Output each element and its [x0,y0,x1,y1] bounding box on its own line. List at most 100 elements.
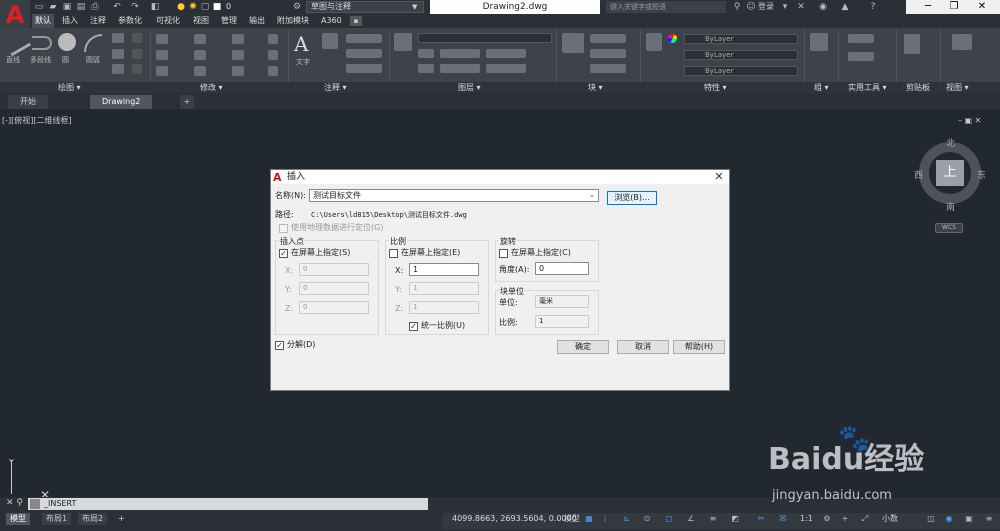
layer-icon[interactable]: ◧ [150,2,160,12]
table-tool-icon[interactable] [346,64,382,73]
ellipse-tool-icon[interactable] [132,33,142,43]
polar-icon[interactable]: ⊙ [642,514,652,524]
print-icon[interactable]: ⎙ [90,2,100,12]
minimize-icon[interactable]: ─ [916,0,940,14]
file-tab-start[interactable]: 开始 [8,95,48,109]
trim-tool-icon[interactable] [232,34,244,44]
linear-tool-icon[interactable] [346,34,382,43]
tab-overflow-icon[interactable]: ▪ [350,16,362,26]
match-properties-icon[interactable] [646,33,662,51]
panel-label-draw[interactable]: 绘图 ▾ [58,82,81,93]
tab-parametric[interactable]: 参数化 [115,14,145,28]
quick-layer-value[interactable]: 0 [226,1,231,13]
help-icon[interactable]: ? [868,2,878,12]
scale-select[interactable]: 1:1 [796,513,817,525]
panel-label-properties[interactable]: 特性 ▾ [704,82,727,93]
fillet-tool-icon[interactable] [232,50,244,60]
units-select[interactable]: 小数 [878,513,902,525]
sun-icon[interactable]: ✺ [188,2,198,12]
text-tool-icon[interactable]: A [294,32,308,56]
paste-icon[interactable] [904,34,920,54]
compass-south[interactable]: 南 [946,200,955,213]
compass-west[interactable]: 西 [914,168,923,181]
wcs-menu[interactable]: WCS [935,223,963,233]
undo-icon[interactable]: ↶ [112,2,122,12]
scale-x-field[interactable]: 1 [409,263,479,276]
scale-specify-checkbox[interactable] [389,249,398,258]
create-block-icon[interactable] [590,34,626,43]
tab-model[interactable]: 模型 [6,513,30,525]
search-input[interactable]: 键入关键字或短语 [606,1,726,13]
new-tab-button[interactable]: + [180,95,194,109]
panel-label-layers[interactable]: 图层 ▾ [458,82,481,93]
view-tool-icon[interactable] [952,34,972,50]
compass-east[interactable]: 东 [977,168,986,181]
region-tool-icon[interactable] [132,64,142,74]
annotation-visibility-icon[interactable]: ☒ [778,514,788,524]
explode-checkbox[interactable]: ✓ [275,341,284,350]
erase-tool-icon[interactable] [268,34,278,44]
close-icon[interactable]: ✕ [970,0,994,14]
layer-tool-icon[interactable] [418,49,434,58]
panel-label-modify[interactable]: 修改 ▾ [200,82,223,93]
offset-tool-icon[interactable] [268,66,278,76]
linetype-select[interactable]: ByLayer [684,66,798,76]
insert-block-icon[interactable] [562,33,584,53]
tab-layout1[interactable]: 布局1 [42,513,72,525]
rotation-specify-checkbox[interactable] [499,249,508,258]
grid-icon[interactable]: ▦ [584,514,594,524]
maximize-icon[interactable]: ❐ [942,0,966,14]
add-layout-button[interactable]: + [114,513,129,525]
layer-select[interactable] [418,33,552,43]
ortho-icon[interactable]: ⊾ [622,514,632,524]
utility-tool-icon[interactable] [848,52,874,61]
gear-icon[interactable]: ⚙ [822,514,832,524]
layer-tool-icon[interactable] [418,64,434,73]
compass-north[interactable]: 北 [946,136,955,149]
command-input[interactable]: _INSERT [28,498,428,510]
tab-manage[interactable]: 管理 [218,14,240,28]
cancel-button[interactable]: 取消 [617,340,669,354]
tab-addins[interactable]: 附加模块 [274,14,312,28]
close-icon[interactable]: ✕ [711,170,727,184]
viewcube-top-face[interactable]: 上 [936,160,964,186]
lineweight-icon[interactable]: ≡ [708,514,718,524]
tab-insert[interactable]: 插入 [59,14,81,28]
otrack-icon[interactable]: ∠ [686,514,696,524]
model-space-button[interactable]: 模型 [560,513,584,525]
open-file-icon[interactable]: ▰ [48,2,58,12]
layer-tool-icon[interactable] [486,64,526,73]
tab-view[interactable]: 视图 [190,14,212,28]
customize-icon[interactable]: ≡ [984,514,994,524]
copy-tool-icon[interactable] [156,50,168,60]
rectangle-tool-icon[interactable] [112,33,124,43]
binoculars-icon[interactable]: ⚲ [732,2,742,12]
panel-label-view[interactable]: 视图 ▾ [946,82,969,93]
group-tool-icon[interactable] [810,33,828,51]
rotate-tool-icon[interactable] [194,34,206,44]
coordinate-readout[interactable]: 4099.8663, 2693.5604, 0.0000 [452,514,577,523]
gradient-tool-icon[interactable] [112,64,124,74]
layer-properties-icon[interactable] [394,33,412,51]
panel-label-clipboard[interactable]: 剪贴板 [906,82,930,93]
user-icon[interactable]: ☺ [746,2,756,12]
triangle-icon[interactable]: ▲ [840,2,850,12]
uniform-scale-checkbox[interactable]: ✓ [409,322,418,331]
snap-icon[interactable]: ⋮ [600,514,610,524]
tab-a360[interactable]: A360 [318,14,345,28]
clean-screen-icon[interactable]: ⤢ [860,514,870,524]
circle-tool-icon[interactable] [58,33,76,51]
angle-field[interactable]: 0 [535,262,589,275]
a360-icon[interactable]: ◉ [818,2,828,12]
wrench-icon[interactable]: ✕ ⚲ [6,498,23,508]
layer-tool-icon[interactable] [440,49,480,58]
tab-layout2[interactable]: 布局2 [78,513,108,525]
explode-tool-icon[interactable] [268,50,278,60]
edit-block-icon[interactable] [590,49,626,58]
bulb-icon[interactable]: ● [176,2,186,12]
polyline-tool-icon[interactable] [32,36,52,50]
dimension-tool-icon[interactable] [322,33,338,49]
scale-tool-icon[interactable] [194,66,206,76]
annotation-scale-icon[interactable]: ✂ [756,514,766,524]
tab-visualize[interactable]: 可视化 [153,14,183,28]
